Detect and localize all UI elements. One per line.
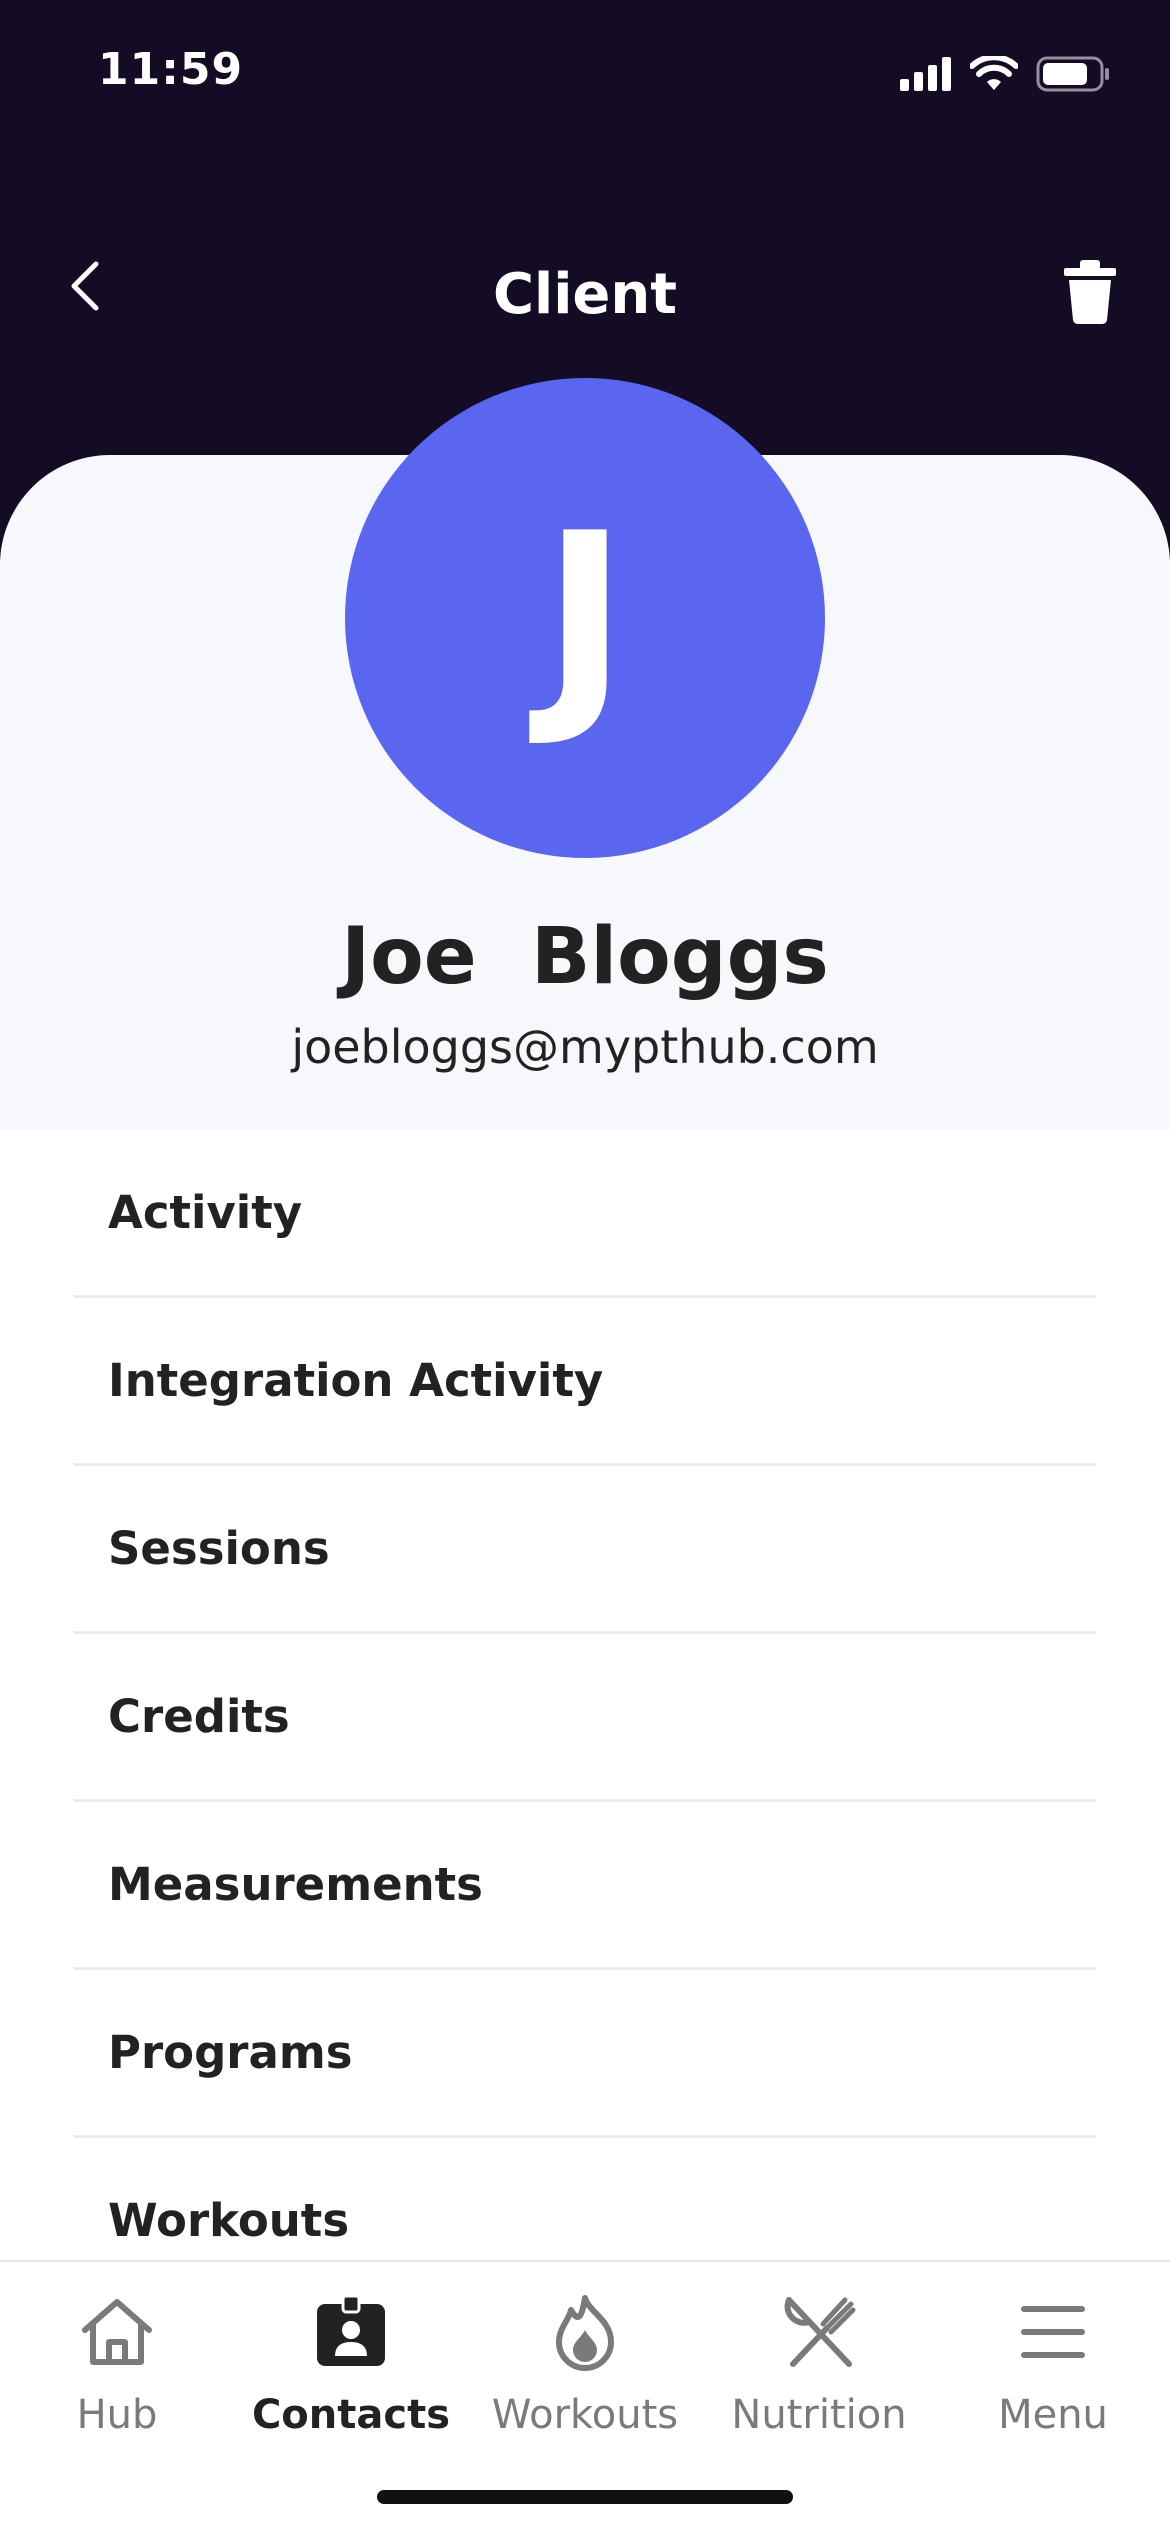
flame-icon [556, 2295, 614, 2371]
page-title: Client [492, 262, 678, 327]
menu-item-sessions[interactable]: Sessions [74, 1466, 1096, 1634]
battery-icon [1036, 56, 1109, 92]
signal-icon [900, 57, 951, 91]
tab-label: Contacts [251, 2392, 451, 2438]
client-email: joebloggs@mypthub.com [291, 1020, 879, 1074]
menu-item-label: Activity [108, 1186, 303, 1239]
menu-item-activity[interactable]: Activity [74, 1130, 1096, 1298]
tab-nutrition[interactable]: Nutrition [702, 2262, 936, 2472]
menu-item-credits[interactable]: Credits [74, 1634, 1096, 1802]
client-name: Joe Bloggs [341, 912, 829, 1002]
hamburger-icon [1021, 2306, 1085, 2358]
home-indicator[interactable] [377, 2490, 793, 2504]
menu-item-workouts[interactable]: Workouts [74, 2138, 1096, 2260]
utensils-icon [784, 2297, 856, 2367]
menu-item-label: Measurements [108, 1858, 483, 1911]
menu-item-label: Integration Activity [108, 1354, 604, 1407]
menu-item-label: Workouts [108, 2194, 350, 2247]
tab-menu[interactable]: Menu [936, 2262, 1170, 2472]
tab-workouts[interactable]: Workouts [468, 2262, 702, 2472]
avatar: J [345, 378, 825, 858]
wifi-icon [970, 56, 1018, 90]
tab-hub[interactable]: Hub [0, 2262, 234, 2472]
contacts-icon [317, 2294, 385, 2366]
home-icon [82, 2299, 152, 2365]
avatar-initial: J [542, 484, 628, 752]
status-bar: 11:59 [0, 0, 1170, 150]
client-menu-list: Activity Integration Activity Sessions C… [0, 1130, 1170, 2260]
status-icons [900, 56, 1110, 92]
tab-label: Nutrition [731, 2392, 907, 2438]
menu-item-measurements[interactable]: Measurements [74, 1802, 1096, 1970]
tab-label: Menu [998, 2392, 1108, 2438]
menu-item-label: Programs [108, 2026, 353, 2079]
tab-label: Hub [76, 2392, 158, 2438]
menu-item-programs[interactable]: Programs [74, 1970, 1096, 2138]
tab-label: Workouts [491, 2392, 679, 2438]
menu-item-label: Credits [108, 1690, 290, 1743]
menu-item-integration-activity[interactable]: Integration Activity [74, 1298, 1096, 1466]
status-time: 11:59 [98, 44, 244, 95]
delete-button[interactable] [1058, 256, 1122, 328]
tab-contacts[interactable]: Contacts [234, 2262, 468, 2472]
menu-item-label: Sessions [108, 1522, 330, 1575]
trash-icon [1064, 260, 1116, 324]
